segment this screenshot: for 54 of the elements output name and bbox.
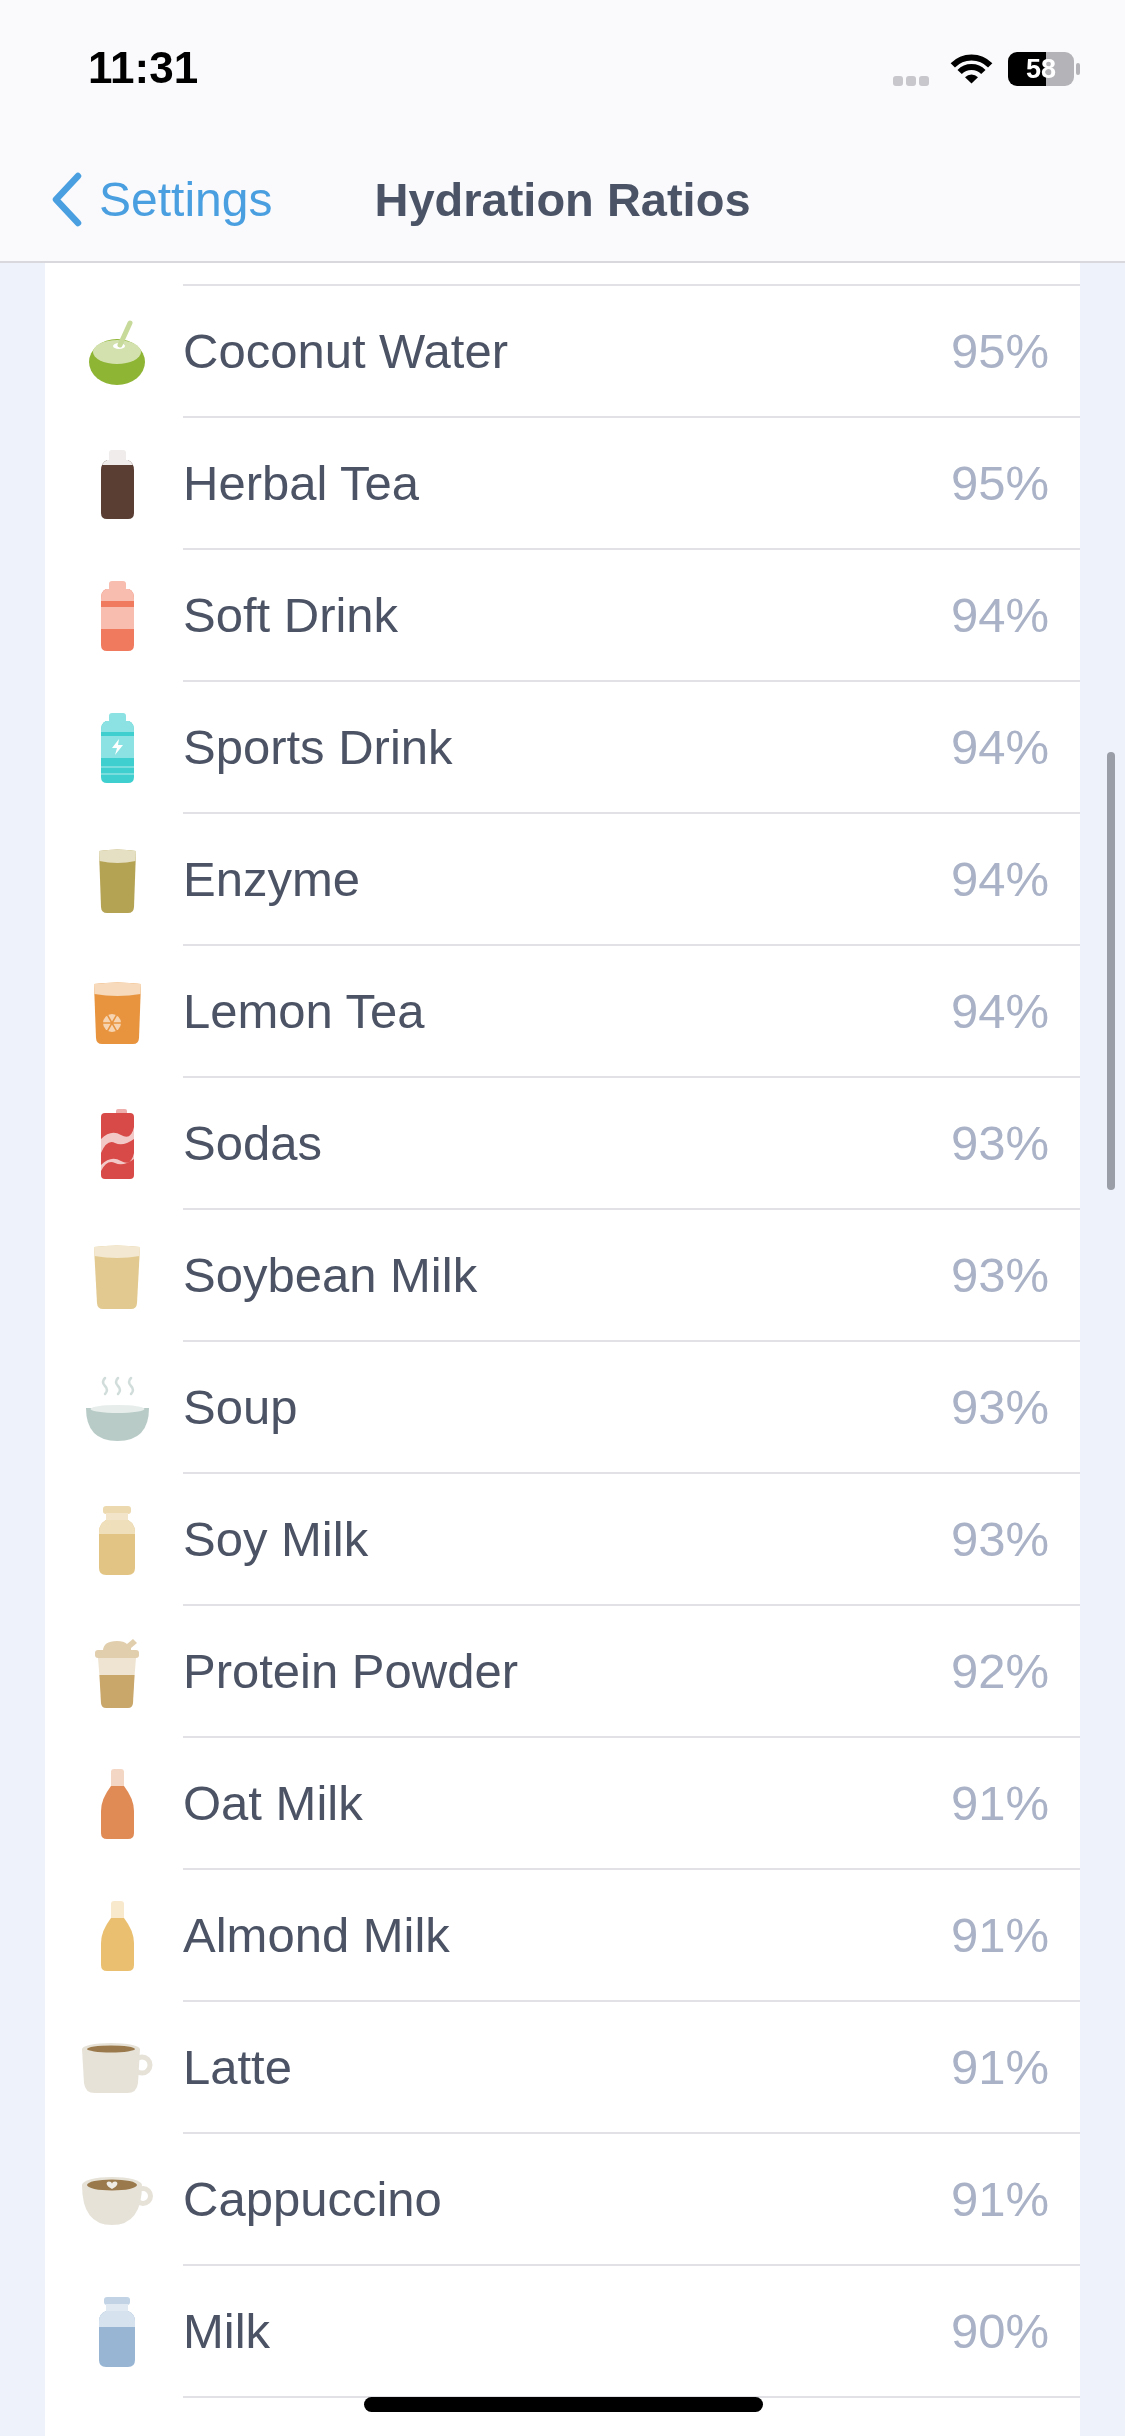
drink-name: Herbal Tea: [183, 455, 420, 511]
glass-icon: [93, 980, 141, 1044]
wifi-icon: [950, 54, 993, 84]
hydration-ratio: 91%: [950, 2039, 1049, 2095]
coconut-icon: [89, 319, 145, 385]
hydration-ratio: 94%: [950, 851, 1049, 907]
bottle-icon: [100, 1769, 134, 1839]
bottle-icon: [100, 1901, 134, 1971]
drink-name: Soup: [183, 1379, 298, 1435]
bowl-icon: [85, 1375, 149, 1441]
glass-icon: [94, 1243, 140, 1309]
drink-name: Soy Milk: [183, 1511, 369, 1567]
bottle-icon: [99, 2297, 135, 2367]
drink-name: Protein Powder: [183, 1643, 518, 1699]
drink-name: Soft Drink: [183, 587, 399, 643]
hydration-ratio: 91%: [950, 1775, 1049, 1831]
drink-name: Milk: [183, 2303, 271, 2359]
jar-icon: [99, 1505, 135, 1575]
page-title: Hydration Ratios: [374, 172, 751, 227]
drink-name: Coconut Water: [183, 323, 508, 379]
can-icon: [100, 1109, 134, 1179]
hydration-ratio: 93%: [950, 1247, 1049, 1303]
bottle-icon: [100, 449, 134, 519]
hydration-ratio: 91%: [950, 2171, 1049, 2227]
glass-icon: [98, 847, 136, 913]
chevron-left-icon: [51, 172, 82, 227]
drink-name: Sports Drink: [183, 719, 453, 775]
drink-name: Soybean Milk: [183, 1247, 478, 1303]
cup-icon: [81, 2043, 153, 2093]
status-time: 11:31: [88, 42, 199, 94]
drink-name: Cappuccino: [183, 2171, 442, 2227]
drink-name: Oat Milk: [183, 1775, 363, 1831]
hydration-ratio: 94%: [950, 983, 1049, 1039]
drink-name: Latte: [183, 2039, 292, 2095]
hydration-ratio: 93%: [950, 1115, 1049, 1171]
drink-name: Sodas: [183, 1115, 322, 1171]
hydration-ratio: 90%: [950, 2303, 1049, 2359]
bottle-icon: [100, 713, 134, 783]
hydration-ratio: 92%: [950, 1643, 1049, 1699]
drink-name: Lemon Tea: [183, 983, 425, 1039]
drink-name: Enzyme: [183, 851, 360, 907]
bottle-icon: [100, 581, 134, 651]
hydration-ratio: 94%: [950, 587, 1049, 643]
hydration-ratio: 95%: [950, 323, 1049, 379]
dots-icon: [893, 76, 929, 86]
hydration-ratio: 94%: [950, 719, 1049, 775]
cup-icon: [81, 2175, 153, 2225]
shaker-icon: [95, 1636, 139, 1708]
drink-name: Almond Milk: [183, 1907, 450, 1963]
hydration-ratio: 91%: [950, 1907, 1049, 1963]
hydration-ratio: 93%: [950, 1379, 1049, 1435]
hydration-ratio: 93%: [950, 1511, 1049, 1567]
hydration-ratio: 95%: [950, 455, 1049, 511]
back-button[interactable]: Settings: [51, 170, 273, 229]
